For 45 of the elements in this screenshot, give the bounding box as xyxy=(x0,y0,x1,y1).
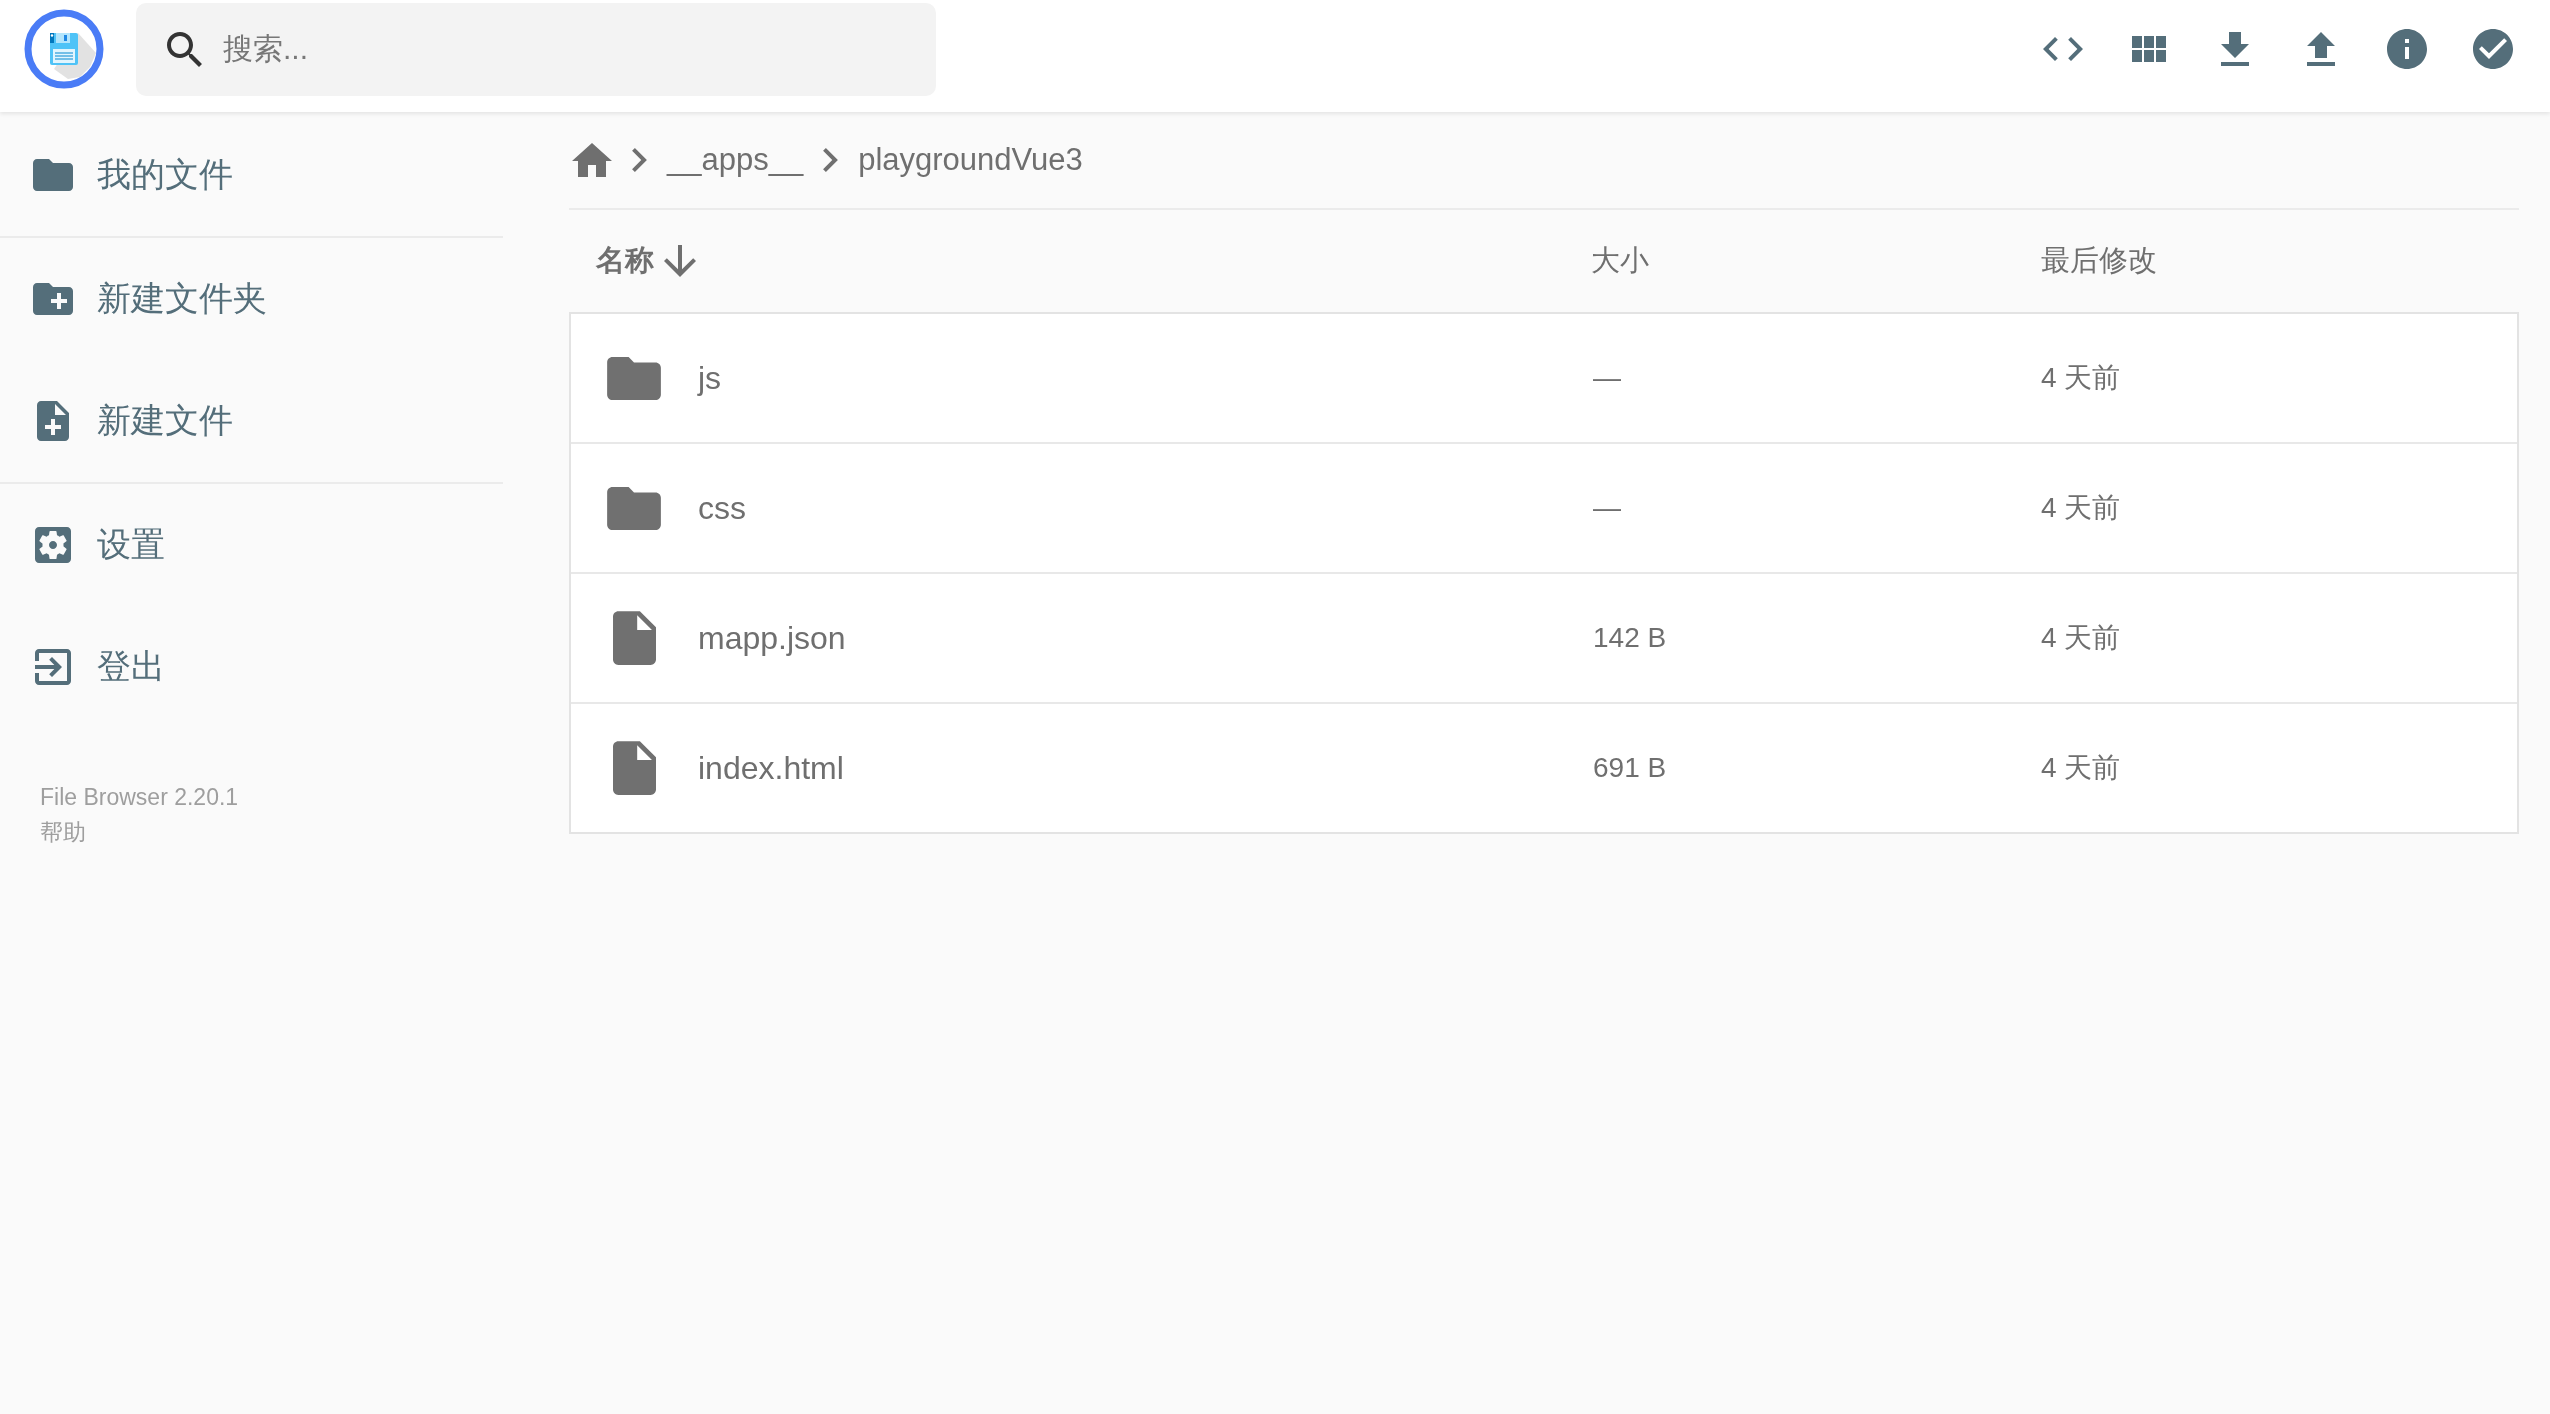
logout-icon xyxy=(35,649,71,685)
file-name: js xyxy=(698,359,722,397)
upload-icon[interactable] xyxy=(2307,32,2335,66)
file-icon xyxy=(612,611,656,665)
sidebar-item[interactable]: 新建文件夹 xyxy=(0,238,503,360)
file-size: — xyxy=(1593,492,1621,524)
file-name: index.html xyxy=(698,749,844,787)
settings-icon xyxy=(35,527,71,563)
modified-time: 4 天前 xyxy=(2041,621,2121,655)
column-header[interactable]: 最后修改 xyxy=(2041,241,2157,281)
folder-plus-icon xyxy=(33,283,73,315)
search-field[interactable]: 搜索... xyxy=(136,2,936,96)
help-link[interactable]: 帮助 xyxy=(40,815,86,850)
arrow-down-icon xyxy=(664,245,696,277)
home-icon[interactable] xyxy=(572,143,612,177)
breadcrumb-link[interactable]: __apps__ xyxy=(667,142,804,178)
sidebar-item[interactable]: 新建文件 xyxy=(0,360,503,482)
chevron-right-icon xyxy=(632,148,647,172)
file-name: css xyxy=(698,489,746,527)
sidebar-item[interactable]: 登出 xyxy=(0,606,503,728)
download-icon[interactable] xyxy=(2221,32,2249,66)
folder-icon xyxy=(33,159,73,191)
modified-time: 4 天前 xyxy=(2041,751,2121,785)
code-icon[interactable] xyxy=(2043,37,2083,61)
file-icon xyxy=(612,741,656,795)
search-icon xyxy=(167,31,202,67)
file-size: 691 B xyxy=(1593,752,1667,784)
breadcrumb-link[interactable]: playgroundVue3 xyxy=(858,142,1083,178)
chevron-right-icon xyxy=(823,148,839,172)
sidebar-item[interactable]: 我的文件 xyxy=(0,114,503,236)
modified-time: 4 天前 xyxy=(2041,491,2121,525)
column-header[interactable]: 名称 xyxy=(596,241,696,281)
folder-icon xyxy=(607,486,661,530)
file-size: 142 B xyxy=(1593,622,1667,654)
modified-time: 4 天前 xyxy=(2041,361,2121,395)
version-text: File Browser 2.20.1 xyxy=(40,783,239,812)
grid-icon[interactable] xyxy=(2132,36,2166,62)
file-size: — xyxy=(1593,362,1621,394)
column-header[interactable]: 大小 xyxy=(1591,241,1649,281)
floppy-disk-icon[interactable] xyxy=(24,9,104,89)
folder-icon xyxy=(607,356,661,400)
info-icon[interactable] xyxy=(2387,29,2427,69)
file-name: mapp.json xyxy=(698,619,846,657)
sidebar-item[interactable]: 设置 xyxy=(0,484,503,606)
file-plus-icon xyxy=(37,401,69,441)
